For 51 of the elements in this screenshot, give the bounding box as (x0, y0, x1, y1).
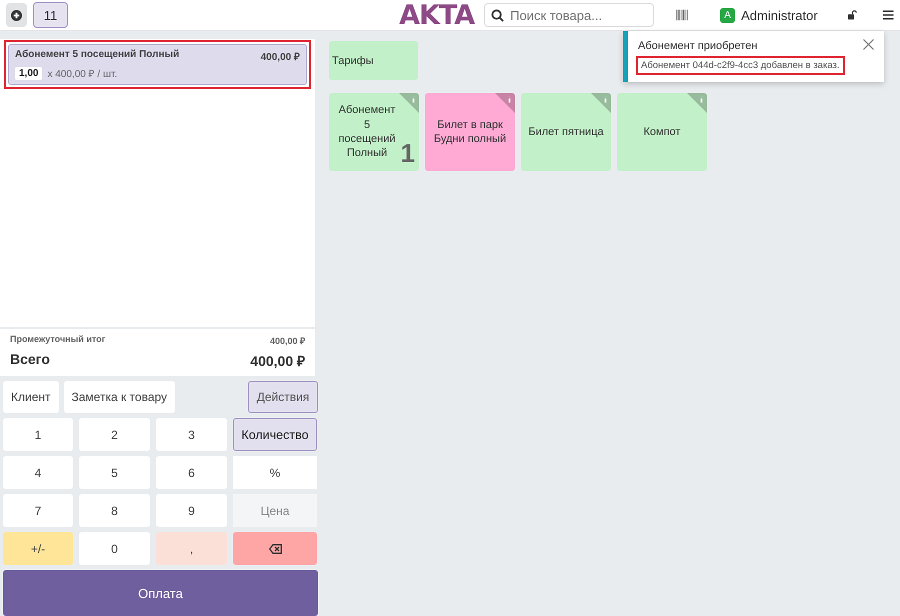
digit-key[interactable]: 0 (79, 532, 150, 566)
line-price: 400,00 ₽ (260, 51, 300, 63)
notification-message: Абонемент 044d-c2f9-4cc3 добавлен в заказ. (638, 58, 843, 73)
product-name: Билет пятница (528, 124, 604, 140)
category-button[interactable]: Тарифы (329, 41, 418, 80)
total-label: Всего (10, 351, 50, 370)
close-icon[interactable] (863, 39, 874, 50)
product-tile[interactable]: Компот (617, 93, 707, 171)
actions-menu-button[interactable]: Действия (248, 381, 318, 414)
digit-key[interactable]: 1 (3, 418, 73, 452)
plus-circle-icon (11, 10, 22, 20)
padlock-icon[interactable] (848, 9, 858, 21)
product-name: Билет в парк Будни полный (432, 118, 508, 146)
user-avatar: A (720, 8, 736, 22)
menu-icon[interactable] (883, 9, 894, 21)
action-button[interactable]: Заметка к товару (64, 381, 176, 414)
subtotal-value: 400,00 ₽ (270, 335, 305, 348)
backspace-key[interactable] (233, 532, 317, 566)
action-button[interactable]: Клиент (3, 381, 58, 414)
digit-key[interactable]: 3 (156, 418, 227, 452)
order-tab[interactable]: 11 (33, 2, 68, 28)
total-value: 400,00 ₽ (250, 352, 305, 370)
product-tile[interactable]: Билет в парк Будни полный (425, 93, 515, 171)
mode-key[interactable]: Количество (233, 418, 317, 452)
product-tile[interactable]: Билет пятница (521, 93, 611, 171)
digit-key[interactable]: 8 (79, 494, 150, 528)
digit-key[interactable]: 6 (156, 456, 227, 490)
subtotal-label: Промежуточный итог (10, 334, 106, 346)
digit-key[interactable]: 4 (3, 456, 73, 490)
digit-key[interactable]: 7 (3, 494, 73, 528)
decimal-key[interactable]: , (156, 532, 227, 566)
product-name: Абонемент 5 посещений Полный (15, 49, 180, 62)
search-field[interactable]: Поиск товара... (484, 3, 654, 27)
search-icon (491, 9, 504, 22)
barcode-icon[interactable] (676, 8, 688, 22)
digit-key[interactable]: 2 (79, 418, 150, 452)
digit-key[interactable]: 5 (79, 456, 150, 490)
product-count: 1 (400, 137, 415, 170)
notification-title: Абонемент приобретен (638, 40, 758, 52)
product-name: Компот (644, 124, 680, 140)
quantity-badge: 1,00 (15, 66, 42, 80)
backspace-icon (268, 544, 282, 554)
product-name: Абонемент 5 посещений Полный (337, 103, 397, 161)
logo: AKTA (399, 0, 474, 30)
digit-key[interactable]: 9 (156, 494, 227, 528)
user-name[interactable]: Administrator (741, 8, 818, 22)
mode-key[interactable]: % (233, 456, 317, 490)
unit-price: x 400,00 ₽ / шт. (47, 68, 118, 80)
add-order-button[interactable] (6, 3, 28, 27)
sign-key[interactable]: +/- (3, 532, 73, 566)
payment-button[interactable]: Оплата (3, 570, 318, 616)
